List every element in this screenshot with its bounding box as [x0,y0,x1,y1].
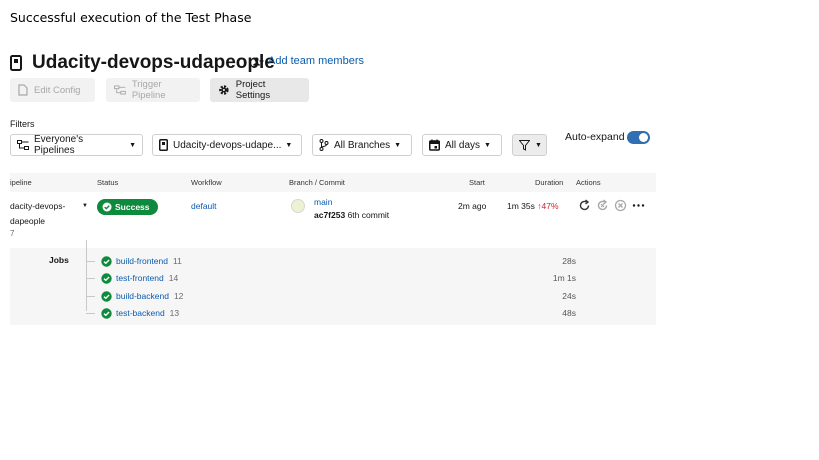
jobs-panel: Jobs build-frontend 11 28s test-frontend… [10,240,656,325]
header-start: Start [469,178,485,187]
filters-label: Filters [10,119,35,129]
edit-config-label: Edit Config [34,84,81,96]
header-actions: Actions [576,178,601,187]
check-circle-icon [101,307,112,319]
table-header: ipeline Status Workflow Branch / Commit … [10,173,656,192]
bookmark-icon [159,139,168,151]
project-filter-value: Udacity-devops-udape... [173,139,282,151]
job-name[interactable]: test-frontend [116,273,164,283]
header-duration: Duration [535,178,564,187]
calendar-icon [429,139,440,151]
pipeline-name-line1: dacity-devops- [10,201,66,211]
pipelines-icon [17,140,29,150]
caption-text: Successful execution of the Test Phase [10,10,252,25]
pipelines-filter-dropdown[interactable]: Everyone's Pipelines ▼ [10,134,143,156]
auto-expand-toggle[interactable] [627,131,650,144]
job-item: test-frontend 14 1m 1s [86,271,656,285]
job-duration: 1m 1s [552,273,576,283]
job-duration: 48s [562,308,576,318]
header-workflow: Workflow [191,178,222,187]
job-item: build-frontend 11 28s [86,254,656,268]
trigger-pipeline-button[interactable]: Trigger Pipeline [106,78,200,102]
check-circle-icon [102,202,112,212]
job-name[interactable]: build-frontend [116,256,168,266]
commit-sha[interactable]: ac7f253 [314,210,345,220]
header-status: Status [97,178,119,187]
days-filter-dropdown[interactable]: All days ▼ [422,134,502,156]
gear-icon [219,85,229,95]
avatar [291,199,305,213]
job-duration: 24s [562,291,576,301]
edit-config-button[interactable]: Edit Config [10,78,95,102]
workflow-link[interactable]: default [191,201,217,211]
project-header: Udacity-devops-udapeople [10,52,275,74]
job-duration: 28s [562,256,576,266]
status-badge[interactable]: Success [97,199,158,215]
header-branch-commit: Branch / Commit [289,178,345,187]
check-circle-icon [101,290,112,302]
branches-filter-value: All Branches [334,139,391,151]
check-circle-icon [101,255,112,267]
project-settings-button[interactable]: Project Settings [210,78,309,102]
file-icon [18,84,28,96]
pipeline-name[interactable]: dacity-devops- dapeople 7 [10,199,65,238]
commit-info: ac7f253 6th commit [314,210,389,220]
commit-message: 6th commit [347,210,390,220]
row-actions [578,199,650,212]
status-label: Success [115,202,150,212]
header-pipeline: ipeline [10,178,32,187]
auto-expand-label: Auto-expand [565,131,625,143]
cancel-icon[interactable] [614,199,627,212]
project-filter-dropdown[interactable]: Udacity-devops-udape... ▼ [152,134,302,156]
job-number: 14 [168,273,179,283]
branch-icon [319,139,329,151]
duration: 1m 35s ↑47% [507,201,559,211]
chevron-down-icon: ▼ [535,141,542,149]
project-settings-label: Project Settings [235,79,271,101]
pipelines-panel: Udacity-devops-udapeople Add team member… [10,42,656,326]
pipeline-number: 7 [10,229,15,238]
add-team-members-link[interactable]: Add team members [253,55,364,67]
branches-filter-dropdown[interactable]: All Branches ▼ [312,134,412,156]
start-time: 2m ago [458,201,487,211]
job-item: build-backend 12 24s [86,289,656,303]
pipeline-name-line2: dapeople [10,216,45,226]
job-number: 11 [172,256,182,266]
rerun-icon[interactable] [578,199,591,212]
filter-icon [519,139,530,151]
job-number: 12 [173,291,184,301]
duration-change-value: 47% [541,201,559,211]
job-name[interactable]: test-backend [116,308,165,318]
pipelines-filter-value: Everyone's Pipelines [34,134,84,156]
chevron-down-icon: ▼ [285,141,293,149]
branch-link[interactable]: main [314,197,332,207]
toggle-knob [639,133,648,142]
job-item: test-backend 13 48s [86,306,656,320]
days-filter-value: All days [445,139,481,151]
check-circle-icon [101,272,112,284]
advanced-filter-button[interactable]: ▼ [512,134,547,156]
jobs-label: Jobs [49,255,69,265]
expand-chevron-icon[interactable]: ▼ [82,203,88,209]
pipeline-icon [114,85,126,95]
add-team-icon [253,57,264,65]
job-number: 13 [169,308,180,318]
duration-change: ↑47% [537,201,559,211]
project-title: Udacity-devops-udapeople [32,52,275,73]
trigger-pipeline-label: Trigger Pipeline [131,79,166,101]
chevron-down-icon: ▼ [129,141,136,149]
chevron-down-icon: ▼ [484,141,491,149]
job-name[interactable]: build-backend [116,291,169,301]
add-team-label: Add team members [268,55,364,67]
more-icon[interactable] [632,199,645,212]
duration-value: 1m 35s [507,201,535,211]
rerun-failed-icon[interactable] [596,199,609,212]
bookmark-icon [10,55,22,71]
chevron-down-icon: ▼ [394,141,402,149]
table-row: dacity-devops- dapeople 7 ▼ Success defa… [10,192,656,248]
